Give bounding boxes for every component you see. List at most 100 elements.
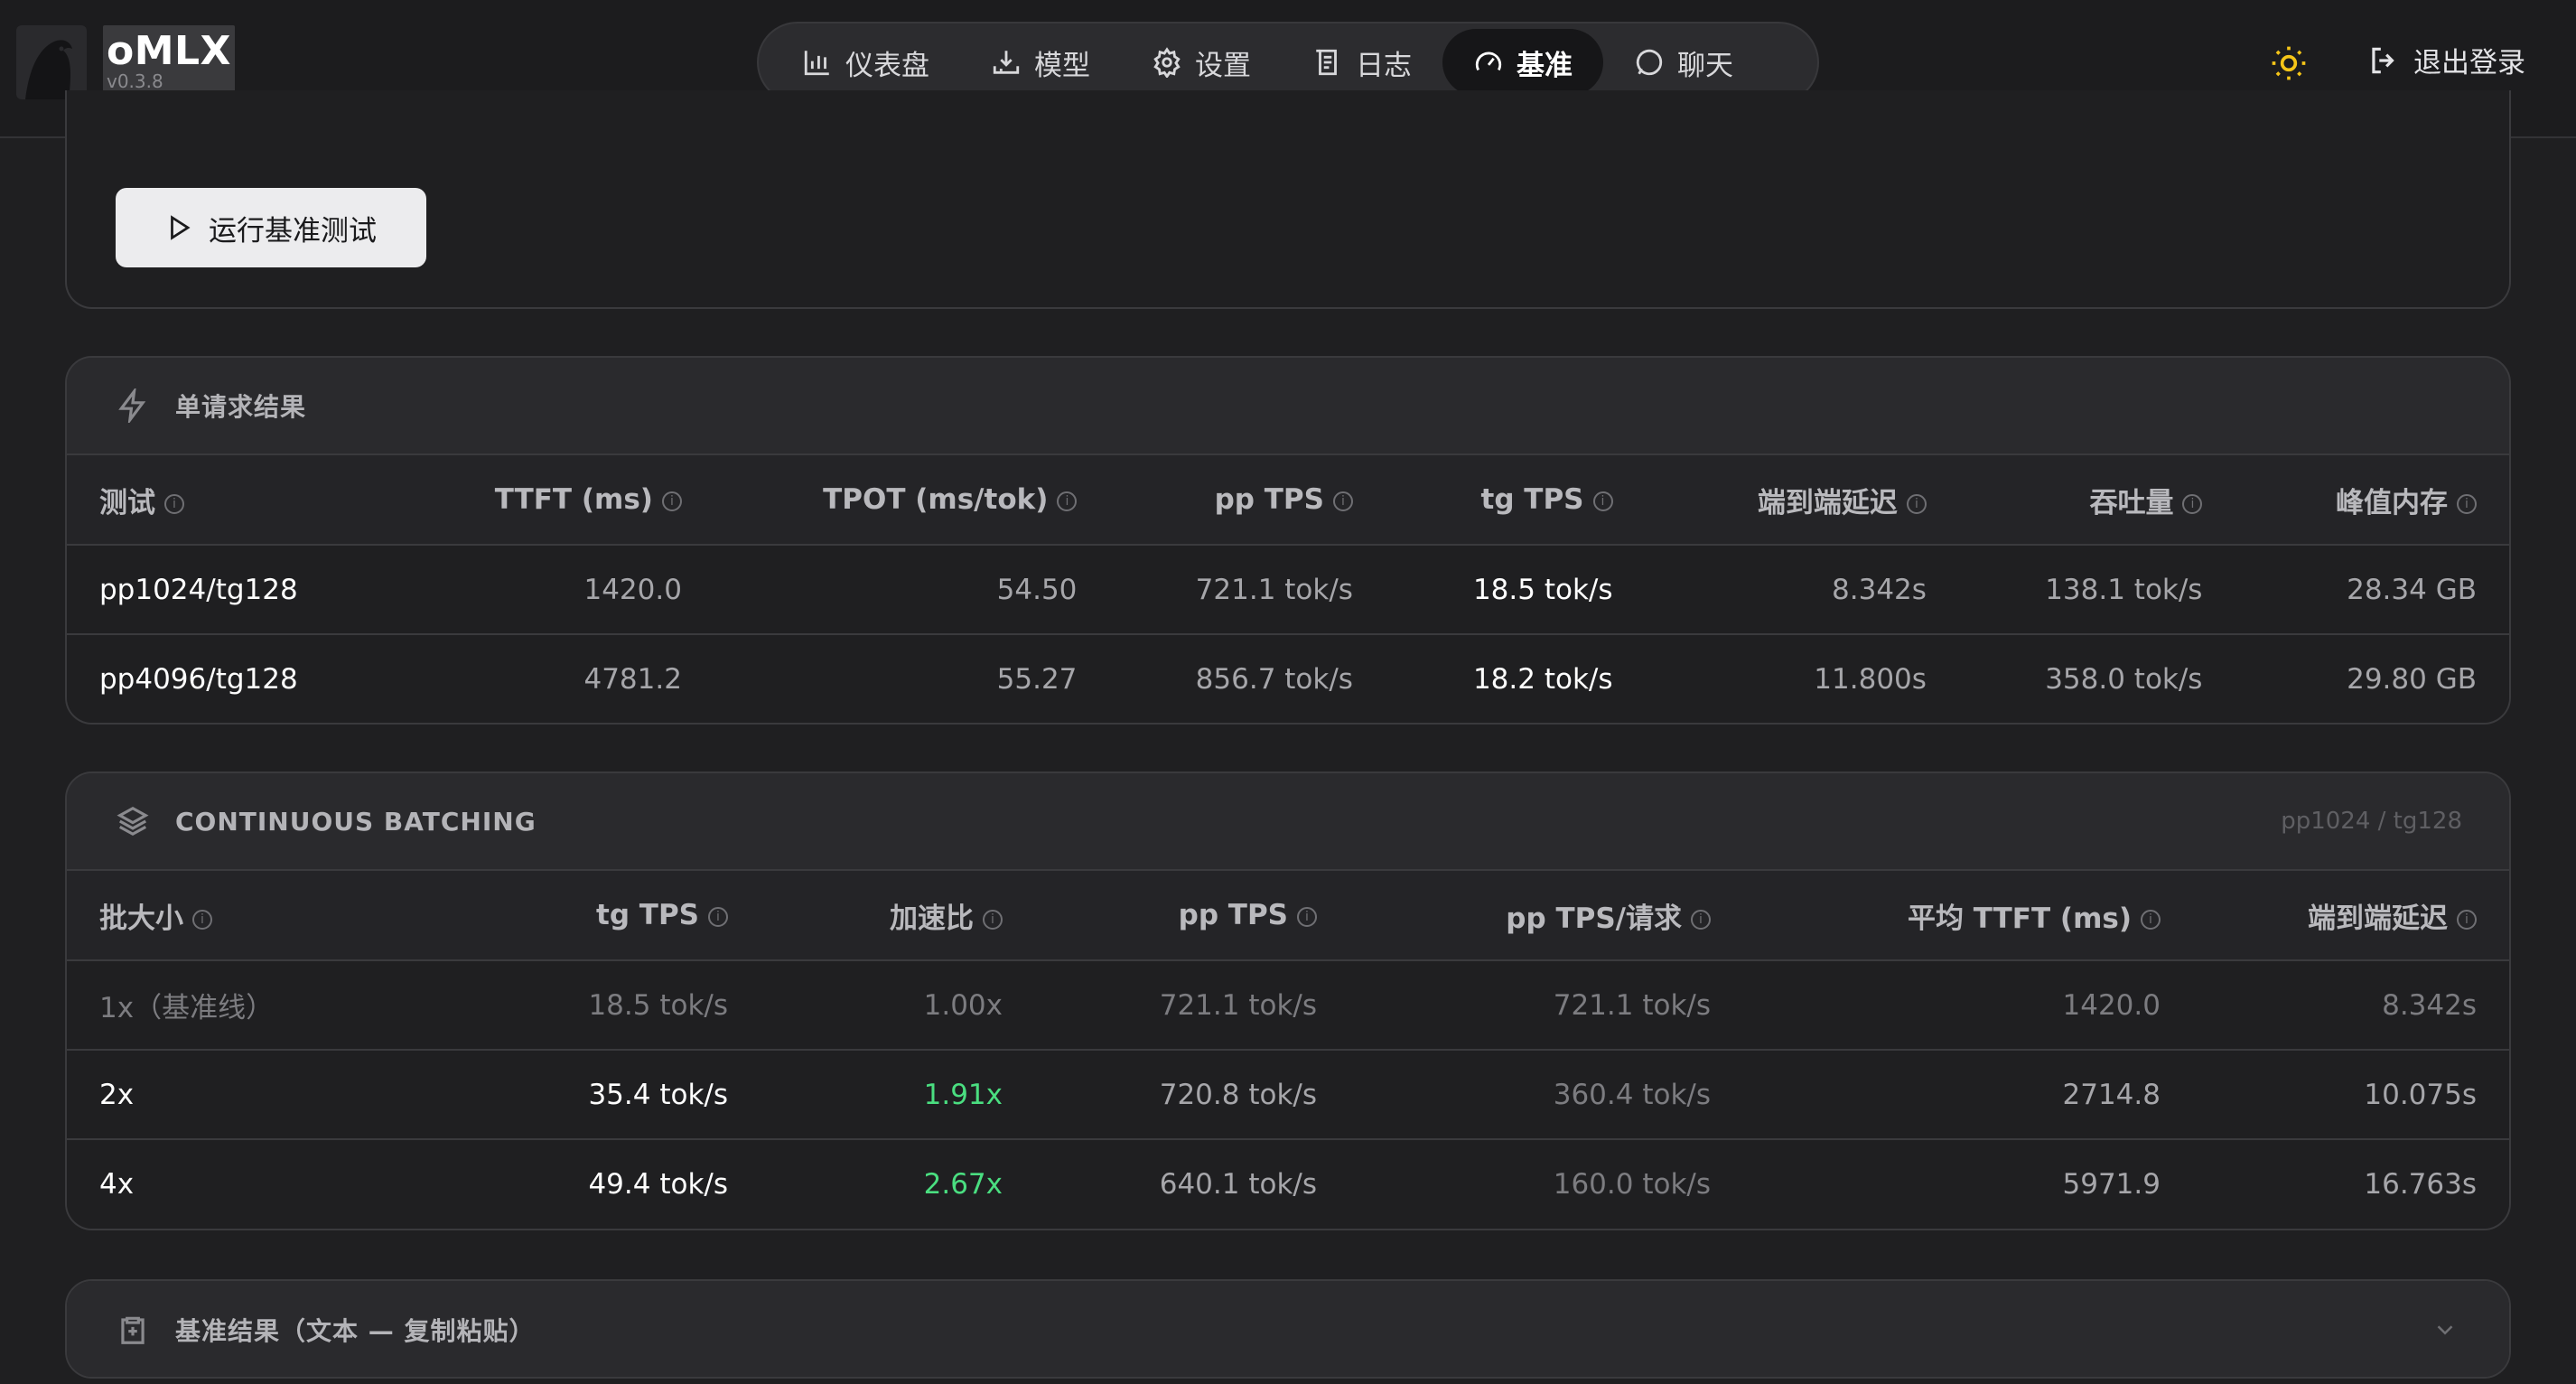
play-icon (171, 215, 191, 240)
info-icon[interactable]: i (192, 910, 212, 930)
info-icon[interactable]: i (1592, 491, 1613, 511)
cell-tg-tps: 35.4 tok/s (356, 1050, 761, 1139)
table-row: 1x（基准线） 18.5 tok/s 1.00x 721.1 tok/s 721… (67, 960, 2509, 1050)
cell-tpot: 54.50 (714, 545, 1110, 634)
info-icon[interactable]: i (1906, 494, 1927, 514)
info-icon[interactable]: i (661, 491, 682, 511)
cell-tpot: 55.27 (714, 634, 1110, 723)
nav-chat[interactable]: 聊天 (1603, 29, 1764, 96)
cell-test: pp1024/tg128 (67, 545, 320, 634)
cell-avg-ttft: 1420.0 (1743, 960, 2193, 1050)
cell-test: pp4096/tg128 (67, 634, 320, 723)
col-e2e-latency: 端到端延迟 i (2193, 871, 2509, 960)
cell-pp-tps-per-request: 721.1 tok/s (1349, 960, 1743, 1050)
cell-speedup: 2.67x (761, 1139, 1035, 1229)
nav-settings[interactable]: 设置 (1121, 29, 1282, 96)
log-icon (1316, 49, 1337, 76)
layers-icon (117, 806, 149, 837)
col-speedup: 加速比 i (761, 871, 1035, 960)
penguin-logo (16, 25, 87, 99)
copy-results-card[interactable]: 基准结果（文本 — 复制粘贴） (65, 1279, 2511, 1379)
info-icon[interactable]: i (1332, 491, 1353, 511)
info-icon[interactable]: i (1057, 491, 1078, 511)
info-icon[interactable]: i (2141, 910, 2161, 930)
nav-label: 仪表盘 (845, 49, 929, 82)
info-icon[interactable]: i (1297, 906, 1317, 927)
batching-subtitle: pp1024 / tg128 (2281, 808, 2462, 835)
info-icon[interactable]: i (708, 906, 728, 927)
sun-icon[interactable] (2269, 43, 2309, 83)
brand-name: oMLX (107, 28, 231, 74)
cell-batch-size: 2x (67, 1050, 356, 1139)
run-benchmark-label: 运行基准测试 (209, 214, 377, 248)
bar-chart-icon (804, 51, 829, 76)
col-avg-ttft: 平均 TTFT (ms) i (1743, 871, 2193, 960)
nav-label: 设置 (1195, 49, 1251, 82)
brand[interactable]: oMLX v0.3.8 (103, 25, 235, 96)
nav-dashboard[interactable]: 仪表盘 (771, 29, 960, 96)
table-row: 4x 49.4 tok/s 2.67x 640.1 tok/s 160.0 to… (67, 1139, 2509, 1229)
logout-button[interactable]: 退出登录 (2366, 40, 2525, 80)
info-icon[interactable]: i (2182, 494, 2203, 514)
table-row: 2x 35.4 tok/s 1.91x 720.8 tok/s 360.4 to… (67, 1050, 2509, 1139)
col-e2e-latency: 端到端延迟 i (1645, 455, 1959, 545)
clipboard-icon (121, 1316, 145, 1344)
info-icon[interactable]: i (2457, 494, 2477, 514)
single-results-table: 测试 i TTFT (ms) i TPOT (ms/tok) i pp TPS i tg… (67, 455, 2509, 723)
cell-batch-size: 1x（基准线） (67, 960, 356, 1050)
col-pp-tps: pp TPS i (1035, 871, 1349, 960)
cell-peak-memory: 29.80 GB (2235, 634, 2509, 723)
info-icon[interactable]: i (2457, 910, 2477, 930)
cell-tg-tps: 18.5 tok/s (356, 960, 761, 1050)
col-tg-tps: tg TPS i (1385, 455, 1646, 545)
cell-speedup: 1.91x (761, 1050, 1035, 1139)
col-tpot: TPOT (ms/tok) i (714, 455, 1110, 545)
copy-results-title: 基准结果（文本 — 复制粘贴） (175, 1316, 536, 1346)
col-tg-tps: tg TPS i (356, 871, 761, 960)
cell-pp-tps: 721.1 tok/s (1109, 545, 1386, 634)
col-ttft: TTFT (ms) i (319, 455, 714, 545)
cell-pp-tps: 720.8 tok/s (1035, 1050, 1349, 1139)
cell-batch-size: 4x (67, 1139, 356, 1229)
info-icon[interactable]: i (164, 494, 184, 514)
run-benchmark-button[interactable]: 运行基准测试 (116, 188, 426, 267)
copy-results-header[interactable]: 基准结果（文本 — 复制粘贴） (67, 1281, 2509, 1377)
nav-label: 基准 (1517, 49, 1573, 82)
run-card: 运行基准测试 (65, 90, 2511, 309)
gear-icon (1153, 47, 1181, 78)
cell-ttft: 1420.0 (319, 545, 714, 634)
nav-models[interactable]: 模型 (960, 29, 1121, 96)
col-batch-size: 批大小 i (67, 871, 356, 960)
nav-logs[interactable]: 日志 (1282, 29, 1442, 96)
logout-icon (2372, 47, 2394, 73)
single-results-title: 单请求结果 (175, 392, 307, 422)
col-pp-tps: pp TPS i (1109, 455, 1386, 545)
lightning-icon (118, 388, 146, 423)
cell-tg-tps: 18.5 tok/s (1385, 545, 1646, 634)
cell-e2e-latency: 11.800s (1645, 634, 1959, 723)
batching-card: CONTINUOUS BATCHING pp1024 / tg128 批大小 i … (65, 771, 2511, 1230)
nav-label: 模型 (1034, 49, 1090, 82)
single-results-header: 单请求结果 (67, 358, 2509, 455)
col-throughput: 吞吐量 i (1958, 455, 2235, 545)
nav-benchmark[interactable]: 基准 (1442, 29, 1603, 96)
batching-header: CONTINUOUS BATCHING pp1024 / tg128 (67, 773, 2509, 871)
single-results-card: 单请求结果 测试 i TTFT (ms) i TPOT (ms/tok) i pp T… (65, 356, 2511, 725)
table-header-row: 批大小 i tg TPS i 加速比 i pp TPS i pp TPS/请求 i 平均 … (67, 871, 2509, 960)
cell-pp-tps: 721.1 tok/s (1035, 960, 1349, 1050)
cell-speedup: 1.00x (761, 960, 1035, 1050)
chevron-down-icon[interactable] (2431, 1316, 2459, 1343)
cell-throughput: 138.1 tok/s (1958, 545, 2235, 634)
cell-pp-tps: 640.1 tok/s (1035, 1139, 1349, 1229)
table-row: pp1024/tg128 1420.0 54.50 721.1 tok/s 18… (67, 545, 2509, 634)
info-icon[interactable]: i (983, 910, 1003, 930)
cell-pp-tps: 856.7 tok/s (1109, 634, 1386, 723)
cell-pp-tps-per-request: 160.0 tok/s (1349, 1139, 1743, 1229)
col-pp-tps-per-request: pp TPS/请求 i (1349, 871, 1743, 960)
cell-e2e-latency: 8.342s (2193, 960, 2509, 1050)
cell-e2e-latency: 16.763s (2193, 1139, 2509, 1229)
cell-pp-tps-per-request: 360.4 tok/s (1349, 1050, 1743, 1139)
info-icon[interactable]: i (1691, 910, 1711, 930)
cell-tg-tps: 49.4 tok/s (356, 1139, 761, 1229)
col-test: 测试 i (67, 455, 320, 545)
